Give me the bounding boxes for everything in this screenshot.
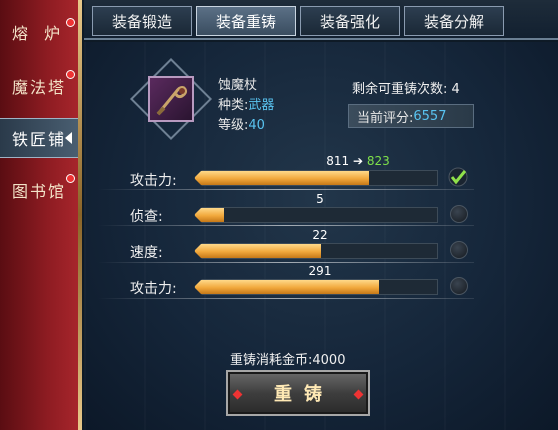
score-label: 当前评分: [357,110,414,126]
stat-bar-fill [195,208,225,222]
current-score: 当前评分: 6557 [348,104,474,128]
sidebar-item-label: 熔 炉 [12,24,63,43]
divider [98,225,474,226]
recast-panel: 蚀魔杖 种类:武器 等级:40 剩余可重铸次数: 4 当前评分: 6557 811… [84,42,558,430]
item-level-value: 40 [248,118,265,133]
recast-button[interactable]: 重铸 [226,370,370,416]
item-type: 种类:武器 [218,94,274,113]
stat-bar-fill [195,280,379,294]
magic-staff-icon [156,86,188,116]
arrow-right-icon: ➔ [352,154,364,168]
notification-dot-icon [66,174,75,183]
stat-bar-scout [194,207,438,223]
tab-forge[interactable]: 装备锻造 [92,6,192,36]
stat-bar-fill [195,244,321,258]
sidebar: 熔 炉 魔法塔 铁匠铺 图书馆 [0,0,82,430]
sidebar-item-library[interactable]: 图书馆 [0,170,80,210]
divider [98,298,474,299]
sidebar-item-label: 图书馆 [12,182,67,201]
tab-enhance[interactable]: 装备强化 [300,6,400,36]
divider [98,262,474,263]
gem-icon [353,389,364,400]
sidebar-item-magic-tower[interactable]: 魔法塔 [0,66,80,106]
item-name: 蚀魔杖 [218,78,258,93]
recast-cost: 重铸消耗金币:4000 [230,349,345,368]
score-value: 6557 [413,108,447,124]
item-type-label: 种类: [218,98,249,113]
item-type-value: 武器 [248,98,275,113]
tab-recast[interactable]: 装备重铸 [196,6,296,36]
lock-toggle[interactable] [450,277,468,295]
item-level-label: 等级: [218,118,249,133]
divider [98,189,474,190]
checkmark-icon[interactable] [448,167,468,187]
sidebar-item-blacksmith[interactable]: 铁匠铺 [0,118,80,158]
stat-value: 5 [316,192,324,206]
tab-dismantle[interactable]: 装备分解 [404,6,504,36]
stat-bar-attack-2 [194,279,438,295]
stat-label-attack: 攻击力: [130,173,177,189]
item-slot[interactable] [148,76,194,122]
item-level: 等级:40 [218,114,265,133]
stat-value: 291 [308,264,332,278]
remaining-label: 剩余可重铸次数: [352,82,448,97]
gem-icon [232,389,243,400]
stat-label-speed: 速度: [130,245,163,261]
stat-bar-speed [194,243,438,259]
active-arrow-icon [65,132,72,144]
stat-new-value: 823 [366,154,390,168]
cost-label: 重铸消耗金币: [230,353,313,368]
sidebar-item-label: 铁匠铺 [12,130,67,149]
remaining-value: 4 [451,82,460,97]
tab-bar: 装备锻造 装备重铸 装备强化 装备分解 [84,0,558,40]
remaining-recasts: 剩余可重铸次数: 4 [352,78,460,97]
stat-value: 22 [312,228,328,242]
stat-label-attack-2: 攻击力: [130,281,177,297]
recast-button-label: 重铸 [274,384,334,405]
stat-value: 811 ➔ 823 [298,154,418,168]
stat-label-scout: 侦查: [130,209,163,225]
lock-toggle[interactable] [450,241,468,259]
notification-dot-icon [66,18,75,27]
stat-bar-attack [194,170,438,186]
sidebar-item-furnace[interactable]: 熔 炉 [0,12,80,52]
notification-dot-icon [66,70,75,79]
cost-value: 4000 [312,353,346,368]
stat-bar-fill [195,171,370,185]
sidebar-item-label: 魔法塔 [12,78,67,97]
lock-toggle[interactable] [450,205,468,223]
stat-old-value: 811 [326,154,350,168]
